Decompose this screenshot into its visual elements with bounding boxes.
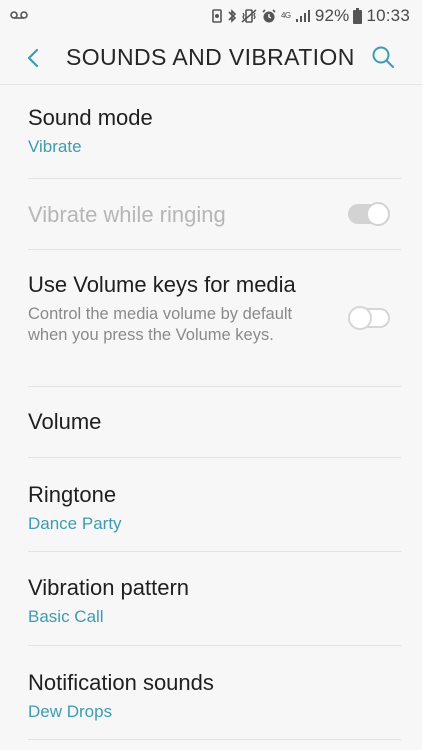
vibrate-icon — [241, 8, 257, 24]
app-bar: SOUNDS AND VIBRATION — [0, 31, 422, 85]
toggle-thumb — [366, 202, 390, 226]
volume-keys-media-toggle[interactable] — [348, 306, 390, 330]
status-bar: 4G 92% 10:33 — [0, 0, 422, 31]
back-button[interactable] — [22, 46, 46, 70]
toggle-thumb — [348, 306, 372, 330]
volume-label: Volume — [28, 409, 102, 434]
notification-sounds-value: Dew Drops — [28, 702, 113, 721]
battery-percentage: 92% — [314, 5, 350, 25]
battery-saver-icon — [211, 8, 223, 24]
settings-list: Sound mode Vibrate Vibrate while ringing… — [0, 85, 422, 740]
vibration-pattern-value: Basic Call — [28, 607, 104, 626]
signal-icon — [295, 9, 311, 23]
sound-mode-label: Sound mode — [28, 105, 153, 130]
volume-keys-media-label: Use Volume keys for media — [28, 272, 296, 297]
page-title: SOUNDS AND VIBRATION — [66, 44, 355, 70]
search-icon — [372, 46, 394, 68]
volume-keys-media-item[interactable]: Use Volume keys for media Control the me… — [0, 250, 422, 386]
vibration-pattern-item[interactable]: Vibration pattern Basic Call — [0, 552, 422, 645]
network-type-label: 4G — [280, 10, 291, 20]
voicemail-icon — [10, 7, 28, 25]
vibrate-while-ringing-item[interactable]: Vibrate while ringing — [0, 179, 422, 249]
chevron-left-icon — [27, 48, 39, 68]
alarm-icon — [261, 8, 277, 24]
search-button[interactable] — [370, 44, 396, 70]
ringtone-value: Dance Party — [28, 514, 122, 533]
battery-icon — [353, 7, 363, 24]
divider — [28, 739, 401, 740]
sound-mode-value: Vibrate — [28, 137, 82, 156]
sound-mode-item[interactable]: Sound mode Vibrate — [0, 85, 422, 178]
ringtone-label: Ringtone — [28, 482, 117, 507]
ringtone-item[interactable]: Ringtone Dance Party — [0, 458, 422, 551]
clock: 10:33 — [366, 5, 410, 25]
bluetooth-icon — [227, 8, 237, 24]
volume-item[interactable]: Volume — [0, 387, 422, 457]
vibrate-while-ringing-toggle[interactable] — [348, 202, 390, 226]
vibration-pattern-label: Vibration pattern — [28, 575, 190, 600]
notification-sounds-item[interactable]: Notification sounds Dew Drops — [0, 646, 422, 739]
volume-keys-media-description: Control the media volume by default when… — [28, 305, 293, 344]
notification-sounds-label: Notification sounds — [28, 670, 214, 695]
